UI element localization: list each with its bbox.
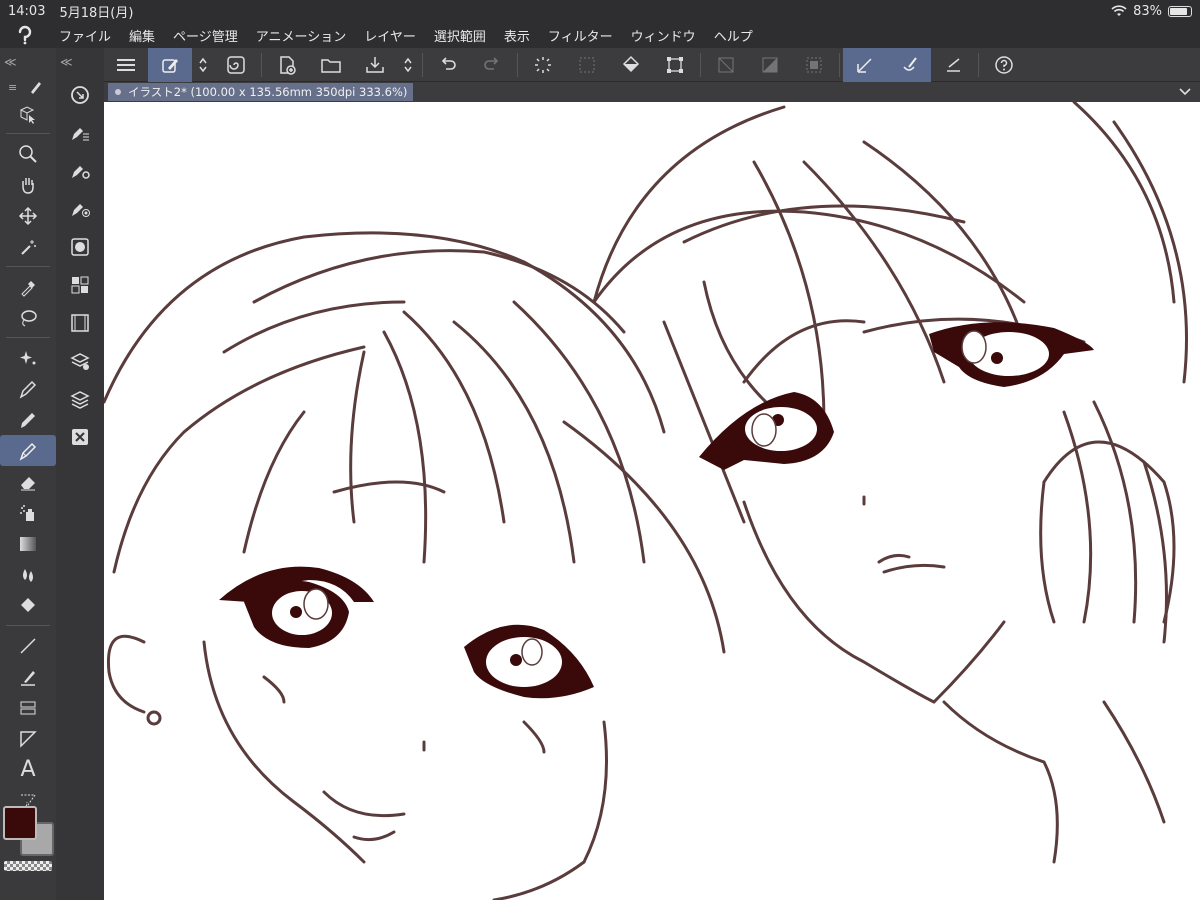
menu-animation[interactable]: アニメーション xyxy=(247,26,355,45)
brush-snap-icon[interactable] xyxy=(887,47,931,82)
pen-tool-icon[interactable] xyxy=(0,373,56,404)
invert-selection-icon[interactable] xyxy=(748,48,792,82)
spiral-icon[interactable] xyxy=(214,48,258,82)
sparkle-tool-icon[interactable] xyxy=(0,342,56,373)
fill-tool-icon[interactable] xyxy=(0,590,56,621)
airbrush-tool-icon[interactable] xyxy=(0,497,56,528)
toolbar-separator xyxy=(422,52,423,77)
document-tab[interactable]: イラスト2* (100.00 x 135.56mm 350dpi 333.6%) xyxy=(108,83,414,101)
save-icon[interactable] xyxy=(353,48,397,82)
command-bar xyxy=(104,47,1200,82)
tool-panel-tabs: ≡ xyxy=(0,76,56,98)
main-color-swatch[interactable] xyxy=(3,806,37,840)
animation-timeline-icon[interactable] xyxy=(56,304,104,342)
brush-size-icon[interactable] xyxy=(56,190,104,228)
layers-icon[interactable] xyxy=(56,380,104,418)
fill-bucket-icon[interactable] xyxy=(609,48,653,82)
status-time: 14:03 xyxy=(8,3,46,19)
move-tool-icon[interactable] xyxy=(0,200,56,231)
toolbar-separator xyxy=(700,52,701,77)
magic-wand-tool-icon[interactable] xyxy=(0,231,56,262)
document-tab-bar: イラスト2* (100.00 x 135.56mm 350dpi 333.6%) xyxy=(104,82,1200,102)
color-set-icon[interactable] xyxy=(56,266,104,304)
eyedropper-tool-icon[interactable] xyxy=(0,271,56,302)
object-select-tool-icon[interactable] xyxy=(0,98,56,129)
correct-line-tool-icon[interactable] xyxy=(0,661,56,692)
status-date: 5月18日(月) xyxy=(59,5,134,21)
hamburger-menu-icon[interactable] xyxy=(104,48,148,82)
toolbar-separator xyxy=(261,52,262,77)
menu-layer[interactable]: レイヤー xyxy=(355,26,425,45)
text-tool-icon[interactable]: A xyxy=(0,754,56,785)
toolbar-separator xyxy=(517,52,518,77)
edit-mode-icon[interactable] xyxy=(148,47,192,82)
menu-bar: ファイル 編集 ページ管理 アニメーション レイヤー 選択範囲 表示 フィルター… xyxy=(0,22,1200,48)
ios-status-bar: 14:03 5月18日(月) 83% xyxy=(0,0,1200,22)
eraser-tool-icon[interactable] xyxy=(0,466,56,497)
frame-border-tool-icon[interactable] xyxy=(0,692,56,723)
ruler-snap-icon[interactable] xyxy=(843,47,887,82)
loading-spinner-icon[interactable] xyxy=(521,48,565,82)
sub-tool-list-icon[interactable] xyxy=(56,114,104,152)
pencil-tool-icon[interactable] xyxy=(0,404,56,435)
toolbar-separator xyxy=(839,52,840,77)
gradient-tool-icon[interactable] xyxy=(0,528,56,559)
blend-tool-icon[interactable] xyxy=(0,559,56,590)
document-status-dot xyxy=(115,89,121,95)
menu-help[interactable]: ヘルプ xyxy=(705,26,762,45)
menu-filter[interactable]: フィルター xyxy=(539,26,622,45)
transform-icon[interactable] xyxy=(653,48,697,82)
hand-tool-icon[interactable] xyxy=(0,169,56,200)
toolbar-separator xyxy=(978,52,979,77)
new-file-icon[interactable] xyxy=(265,48,309,82)
command-column: ≪ xyxy=(56,48,104,900)
app-logo-icon[interactable] xyxy=(0,25,50,45)
transparent-color-swatch[interactable] xyxy=(4,861,52,871)
menu-view[interactable]: 表示 xyxy=(495,26,539,45)
menu-file[interactable]: ファイル xyxy=(50,26,120,45)
menu-selection[interactable]: 選択範囲 xyxy=(425,26,495,45)
color-wheel-icon[interactable] xyxy=(56,228,104,266)
navigator-icon[interactable] xyxy=(56,76,104,114)
drawing-canvas[interactable] xyxy=(104,102,1200,900)
line-tool-icon[interactable] xyxy=(0,630,56,661)
zoom-tool-icon[interactable] xyxy=(0,138,56,169)
battery-fill xyxy=(1170,7,1187,15)
lasso-tool-icon[interactable] xyxy=(0,302,56,333)
document-tab-title: イラスト2* (100.00 x 135.56mm 350dpi 333.6%) xyxy=(128,85,408,99)
brush-tab-icon[interactable] xyxy=(29,80,43,94)
menu-window[interactable]: ウィンドウ xyxy=(622,26,705,45)
wifi-icon xyxy=(1111,5,1127,16)
special-ruler-icon[interactable] xyxy=(931,48,975,82)
tool-settings-icon[interactable] xyxy=(56,152,104,190)
collapse-panel-icon[interactable]: ≪ xyxy=(56,48,104,76)
clear-selection-icon[interactable] xyxy=(704,48,748,82)
help-icon[interactable] xyxy=(982,48,1026,82)
inking-pen-tool-icon[interactable] xyxy=(0,435,56,466)
menu-page[interactable]: ページ管理 xyxy=(164,26,247,45)
chevron-updown-icon[interactable] xyxy=(192,48,214,82)
menu-edit[interactable]: 編集 xyxy=(120,26,164,45)
tool-panel: ≪ ≡ A xyxy=(0,48,56,900)
line-art-drawing xyxy=(104,102,1188,900)
battery-percent: 83% xyxy=(1133,3,1162,19)
ruler-tool-icon[interactable] xyxy=(0,723,56,754)
open-folder-icon[interactable] xyxy=(309,48,353,82)
expand-selection-icon[interactable] xyxy=(792,48,836,82)
color-indicator xyxy=(0,800,56,880)
collapse-panel-icon[interactable]: ≪ xyxy=(0,48,56,76)
battery-icon xyxy=(1168,5,1192,17)
chevron-updown-icon[interactable] xyxy=(397,48,419,82)
layer-property-icon[interactable] xyxy=(56,342,104,380)
chevron-down-icon[interactable] xyxy=(1178,84,1192,98)
select-clear-icon[interactable] xyxy=(565,48,609,82)
undo-icon[interactable] xyxy=(426,48,470,82)
close-panel-icon[interactable] xyxy=(56,418,104,456)
redo-icon[interactable] xyxy=(470,48,514,82)
panel-menu-icon[interactable]: ≡ xyxy=(8,81,17,94)
